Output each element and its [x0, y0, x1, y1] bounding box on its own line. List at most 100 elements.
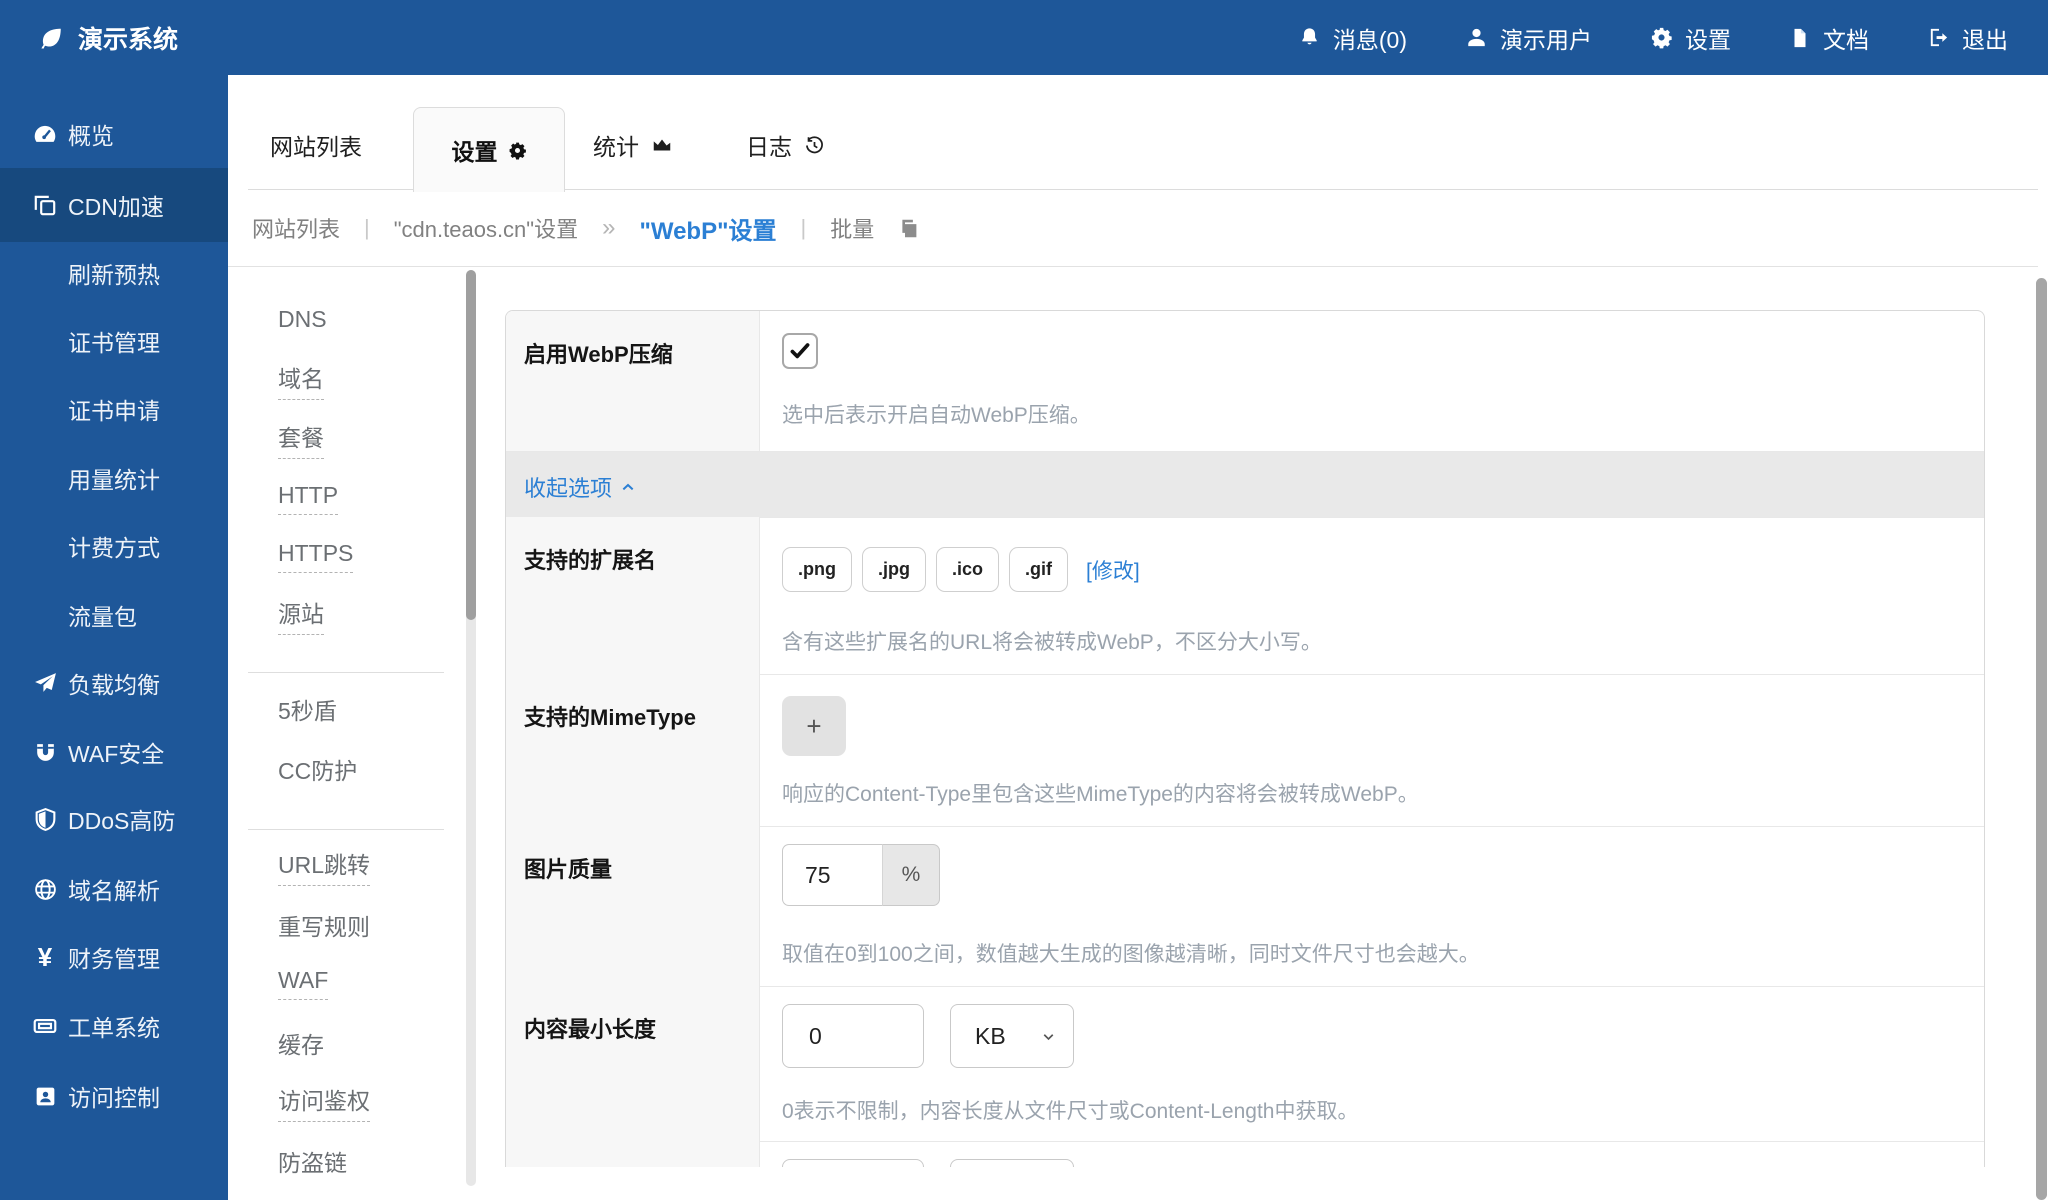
copy-icon[interactable]	[898, 218, 919, 239]
sidebar-item-load-balance[interactable]: 负载均衡	[0, 649, 228, 717]
settings-nav-domain[interactable]: 域名	[278, 361, 324, 399]
row-divider	[506, 451, 1984, 452]
collapse-options-label: 收起选项	[524, 471, 612, 503]
sidebar-item-waf[interactable]: WAF安全	[0, 718, 228, 786]
sidebar-item-refresh-prewarm[interactable]: 刷新预热	[0, 239, 228, 307]
settings-nav-url-redirect[interactable]: URL跳转	[278, 847, 370, 885]
nav-label: URL跳转	[278, 846, 370, 886]
settings-nav-http[interactable]: HTTP	[278, 479, 338, 517]
paper-plane-icon	[28, 671, 62, 696]
tab-label: 设置	[452, 133, 498, 167]
breadcrumb-site-settings[interactable]: "cdn.teaos.cn"设置	[394, 212, 578, 244]
breadcrumb-website-list[interactable]: 网站列表	[252, 212, 340, 244]
logout-button[interactable]: 退出	[1927, 21, 2008, 55]
chart-area-icon	[651, 134, 673, 156]
yen-icon: ¥	[28, 942, 62, 973]
enable-webp-label: 启用WebP压缩	[524, 337, 673, 369]
gear-icon	[508, 141, 527, 160]
edit-extensions-link[interactable]: [修改]	[1086, 555, 1140, 585]
settings-nav-auth[interactable]: 访问鉴权	[278, 1083, 370, 1121]
nav-divider	[248, 829, 444, 830]
tab-logs[interactable]: 日志	[746, 110, 825, 180]
brand-label: 演示系统	[78, 20, 178, 56]
quality-help: 取值在0到100之间，数值越大生成的图像越清晰，同时文件尺寸也会越大。	[782, 938, 1480, 968]
tab-label: 网站列表	[270, 128, 362, 162]
settings-nav-waf[interactable]: WAF	[278, 964, 328, 1002]
subnav-scrollbar-thumb[interactable]	[466, 270, 476, 620]
sidebar-item-cdn[interactable]: CDN加速	[0, 168, 228, 242]
sidebar-item-dns-resolve[interactable]: 域名解析	[0, 855, 228, 923]
min-length-unit-select[interactable]: KB	[950, 1004, 1074, 1068]
sidebar-item-billing[interactable]: 计费方式	[0, 512, 228, 580]
tab-stats[interactable]: 统计	[593, 110, 673, 180]
app-window: 演示系统 消息(0) 演示用户 设置	[0, 0, 2048, 1200]
sidebar-item-overview[interactable]: 概览	[0, 100, 228, 168]
nav-divider	[248, 672, 444, 673]
settings-nav-plan[interactable]: 套餐	[278, 420, 324, 458]
settings-nav-hotlink[interactable]: 防盗链	[278, 1142, 347, 1180]
extension-pill: .gif	[1009, 547, 1068, 592]
user-label: 演示用户	[1500, 21, 1592, 55]
min-length-input[interactable]	[782, 1004, 924, 1068]
sidebar-item-label: 计费方式	[68, 529, 160, 563]
clipped-input[interactable]	[782, 1159, 924, 1167]
gear-icon	[1650, 26, 1673, 49]
sidebar-item-finance[interactable]: ¥ 财务管理	[0, 923, 228, 991]
settings-button[interactable]: 设置	[1650, 21, 1731, 55]
label-cell: 支持的MimeType	[506, 674, 760, 826]
messages-button[interactable]: 消息(0)	[1298, 21, 1407, 55]
settings-nav-origin[interactable]: 源站	[278, 596, 324, 634]
sidebar: 概览 CDN加速 刷新预热 证书管理 证书申请 用量统计 计费方式 流量包	[0, 75, 228, 1200]
sidebar-item-traffic-pack[interactable]: 流量包	[0, 581, 228, 649]
clipped-select[interactable]	[950, 1159, 1074, 1167]
nav-label: 重写规则	[278, 908, 370, 942]
label-cell: 图片质量	[506, 826, 760, 986]
add-mimetype-button[interactable]: +	[782, 696, 846, 756]
docs-button[interactable]: 文档	[1789, 21, 1869, 55]
label-cell: 内容最小长度	[506, 986, 760, 1141]
sidebar-item-ddos[interactable]: DDoS高防	[0, 785, 228, 853]
settings-nav-cache[interactable]: 缓存	[278, 1024, 324, 1062]
settings-nav-cc[interactable]: CC防护	[278, 750, 357, 788]
extension-pill: .png	[782, 547, 852, 592]
options-toggle-row	[506, 451, 1984, 517]
sidebar-item-cert-manage[interactable]: 证书管理	[0, 307, 228, 375]
id-card-icon	[28, 1084, 62, 1109]
tab-settings[interactable]: 设置	[413, 107, 565, 192]
sidebar-item-usage-stats[interactable]: 用量统计	[0, 444, 228, 512]
min-length-unit-value: KB	[975, 1023, 1006, 1050]
chevron-down-icon	[1040, 1028, 1057, 1045]
settings-nav-rewrite[interactable]: 重写规则	[278, 906, 370, 944]
sidebar-item-access-control[interactable]: 访问控制	[0, 1062, 228, 1130]
tab-website-list[interactable]: 网站列表	[270, 110, 362, 180]
page-scrollbar-thumb[interactable]	[2036, 278, 2047, 1200]
settings-nav-https[interactable]: HTTPS	[278, 537, 353, 575]
settings-nav-dns[interactable]: DNS	[278, 300, 327, 338]
sidebar-item-label: 刷新预热	[68, 256, 160, 290]
enable-webp-checkbox[interactable]	[782, 333, 818, 369]
copy-icon	[28, 192, 62, 218]
breadcrumb-batch[interactable]: 批量	[830, 212, 874, 244]
breadcrumb-current-webp[interactable]: "WebP"设置	[639, 211, 776, 246]
sidebar-item-label: 域名解析	[68, 872, 160, 906]
sidebar-item-label: 财务管理	[68, 940, 160, 974]
extension-pill: .jpg	[862, 547, 926, 592]
quality-input[interactable]	[782, 844, 882, 906]
settings-nav-5s-shield[interactable]: 5秒盾	[278, 690, 337, 728]
leaf-logo-icon	[38, 25, 64, 51]
breadcrumb-separator: |	[800, 215, 806, 241]
nav-label: 缓存	[278, 1026, 324, 1060]
sidebar-item-label: 证书申请	[68, 392, 160, 426]
sidebar-item-cert-apply[interactable]: 证书申请	[0, 375, 228, 443]
user-menu[interactable]: 演示用户	[1465, 21, 1592, 55]
brand[interactable]: 演示系统	[38, 0, 178, 75]
nav-label: 源站	[278, 595, 324, 635]
sidebar-item-tickets[interactable]: 工单系统	[0, 992, 228, 1060]
extension-pills: .png .jpg .ico .gif [修改]	[782, 547, 1140, 592]
sidebar-item-label: 访问控制	[68, 1079, 160, 1113]
sidebar-item-label: 工单系统	[68, 1009, 160, 1043]
collapse-options-link[interactable]: 收起选项	[524, 471, 636, 503]
signout-icon	[1927, 26, 1950, 49]
label-cell	[506, 1141, 760, 1167]
plus-icon: +	[806, 711, 821, 742]
